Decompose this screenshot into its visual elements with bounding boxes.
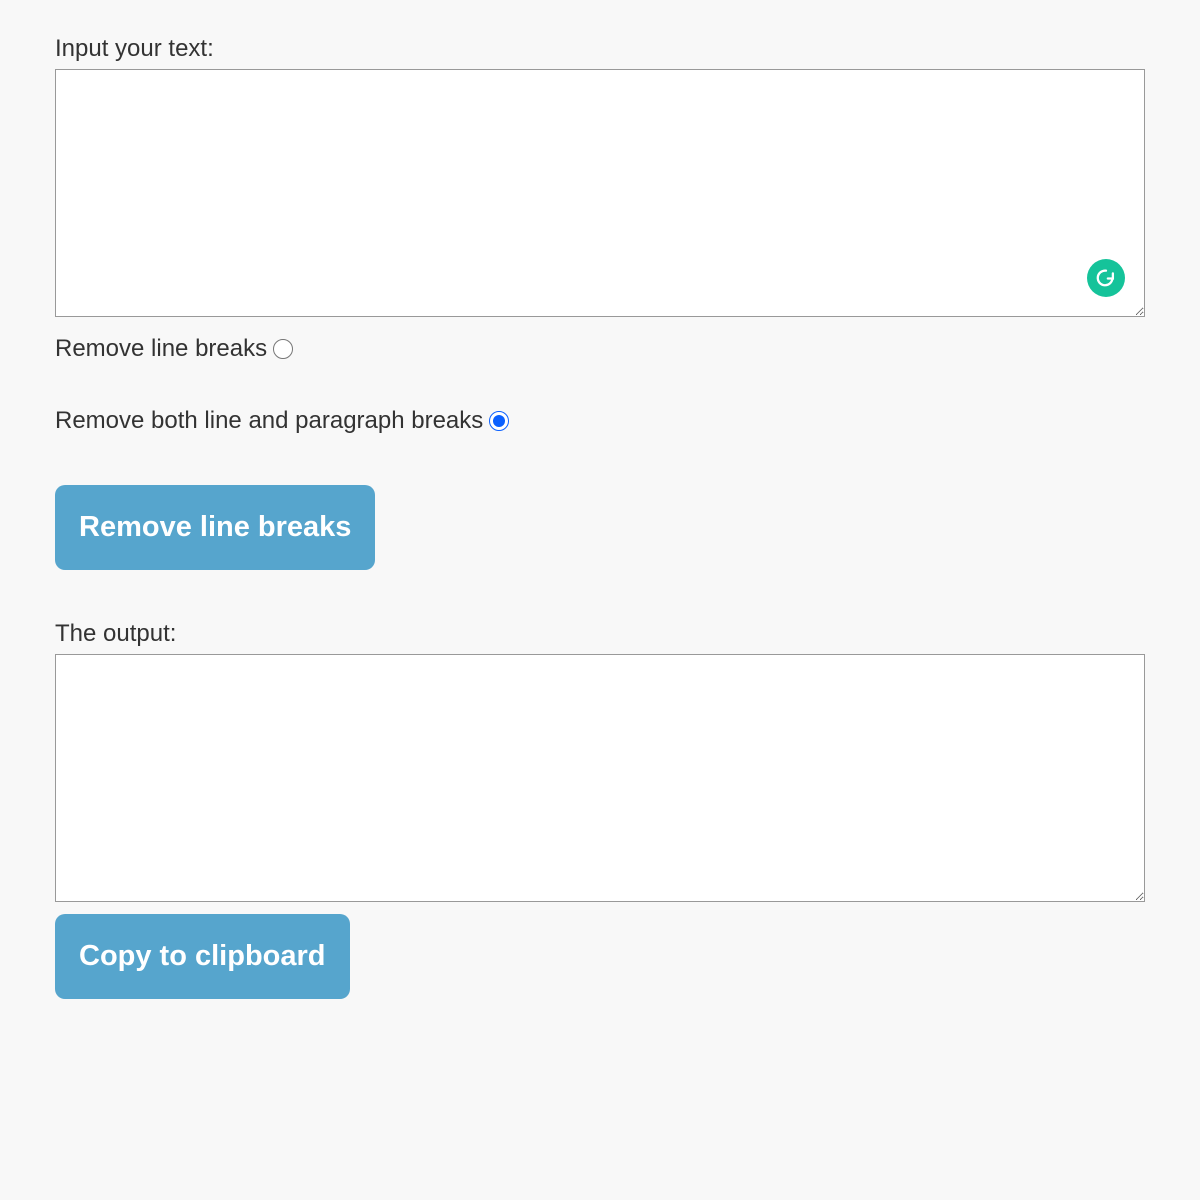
copy-to-clipboard-button[interactable]: Copy to clipboard [55,914,350,999]
output-label: The output: [55,620,1145,648]
output-textarea[interactable] [55,654,1145,902]
radio-option-remove-both: Remove both line and paragraph breaks [55,407,1145,435]
radio-label-remove-both: Remove both line and paragraph breaks [55,407,483,435]
radio-option-remove-line-breaks: Remove line breaks [55,335,1145,363]
radio-label-remove-line-breaks: Remove line breaks [55,335,267,363]
remove-line-breaks-button[interactable]: Remove line breaks [55,485,375,570]
radio-remove-both[interactable] [489,411,509,431]
output-section: The output: [55,620,1145,902]
input-textarea[interactable] [55,69,1145,317]
radio-remove-line-breaks[interactable] [273,339,293,359]
input-label: Input your text: [55,35,1145,63]
input-textarea-wrapper [55,69,1145,317]
